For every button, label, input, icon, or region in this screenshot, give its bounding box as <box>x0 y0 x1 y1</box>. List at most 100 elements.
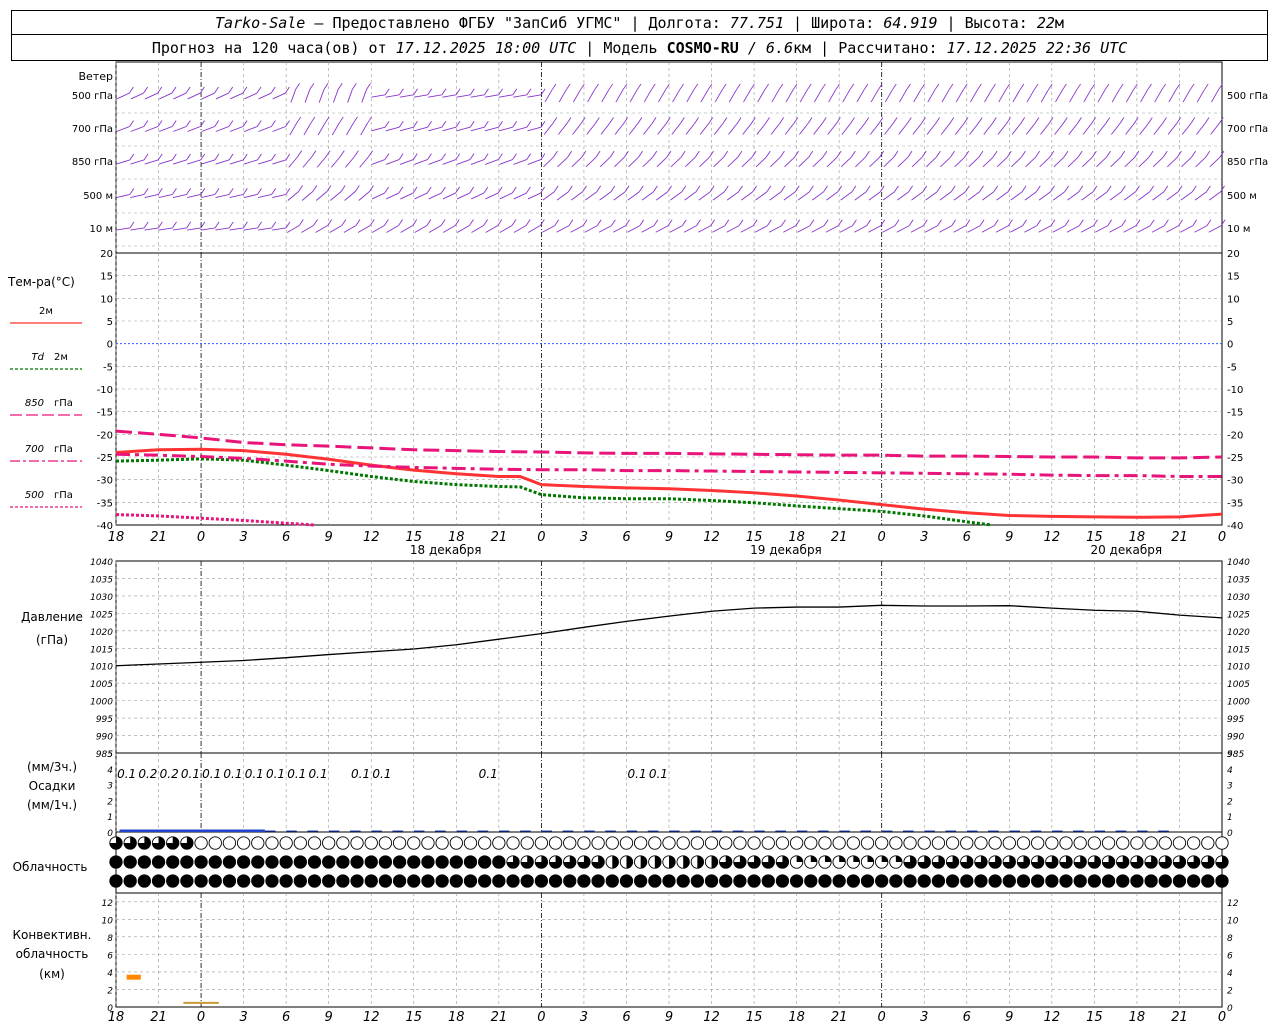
header-dash: – <box>305 13 333 32</box>
wind-barb <box>116 126 130 132</box>
wind-barb <box>953 225 967 233</box>
wind-barb-flag <box>369 219 375 226</box>
wind-barb <box>1195 156 1207 168</box>
wind-barb <box>187 159 201 165</box>
wind-barb <box>345 156 355 168</box>
wind-barb <box>332 89 339 103</box>
cloud-cover-circle <box>945 836 960 850</box>
wind-barb <box>1012 89 1021 103</box>
wind-barb <box>414 159 428 165</box>
cloud-cover-circle <box>435 855 449 869</box>
wind-barb-flag <box>1105 117 1111 124</box>
wind-barb <box>385 94 400 98</box>
temp-y-tick-label: -5 <box>103 362 113 373</box>
wind-barb <box>386 225 399 233</box>
cloud-cover-circle <box>1186 836 1201 850</box>
cloud-cover-circle <box>832 874 846 888</box>
cloud-cover-circle <box>421 836 435 850</box>
wind-barb-flag <box>427 153 432 160</box>
wind-barb <box>229 193 244 199</box>
wind-barb-flag <box>1178 219 1183 226</box>
wind-barb-flag <box>271 188 277 195</box>
wind-barb <box>229 227 244 231</box>
cloud-cover-circle <box>520 836 534 850</box>
wind-barb-flag <box>566 117 572 124</box>
wind-barb <box>513 159 527 165</box>
wind-barb-flag <box>313 219 318 226</box>
wind-barb <box>304 89 311 103</box>
cloud-cover-circle <box>931 874 946 888</box>
wind-barb-flag <box>1148 150 1154 158</box>
wind-barb <box>683 225 697 233</box>
cloud-cover-circle <box>860 874 875 888</box>
wind-barb <box>1138 191 1150 201</box>
temp-y-tick-label-right: -25 <box>1227 453 1243 464</box>
day-label: 18 декабря <box>410 543 482 557</box>
wind-barb <box>144 126 159 132</box>
wind-barb <box>741 191 753 201</box>
wind-barb <box>1208 225 1222 233</box>
wind-barb-flag <box>1092 185 1098 193</box>
wind-barb <box>925 156 937 168</box>
wind-barb-flag <box>143 120 149 127</box>
cloud-cover-circle <box>775 874 790 888</box>
wind-barb <box>371 192 385 200</box>
wind-barb <box>331 122 340 136</box>
wind-barb <box>215 126 230 132</box>
cloud-cover-fill <box>683 855 690 869</box>
wind-barb <box>925 191 938 201</box>
hour-tick-label: 0 <box>1218 1010 1226 1024</box>
wind-barb <box>543 156 554 168</box>
cloud-cover-circle <box>180 855 194 869</box>
pressure-y-tick-label-right: 1015 <box>1227 645 1250 655</box>
wind-barb <box>258 159 272 165</box>
wind-barb <box>258 92 272 100</box>
wind-barb <box>456 192 470 200</box>
wind-barb <box>587 89 595 103</box>
wind-barb <box>215 159 230 165</box>
conv-y-tick-label: 12 <box>102 899 114 909</box>
conv-y-tick-label: 6 <box>107 951 113 961</box>
td2m-line <box>115 457 992 527</box>
wind-barb <box>897 156 909 168</box>
temp-y-tick-label-right: 20 <box>1227 249 1240 260</box>
wind-barb <box>172 227 187 231</box>
wind-barb-flag <box>609 150 615 158</box>
cloud-cover-fill <box>697 855 704 869</box>
wind-barb-flag <box>667 219 673 226</box>
wind-barb-flag <box>723 150 729 158</box>
cloud-cover-fill <box>810 855 817 862</box>
wind-barb-flag <box>354 150 359 157</box>
wind-barb <box>1082 123 1092 135</box>
cloud-cover-circle <box>704 836 719 850</box>
longitude-value: 77.751 <box>729 13 784 32</box>
wind-barb <box>939 191 952 201</box>
wind-barb-flag <box>866 219 871 226</box>
pressure-y-tick-label-right: 990 <box>1227 733 1244 743</box>
wind-barb <box>272 193 286 199</box>
wind-barb <box>669 225 683 233</box>
pressure-y-tick-label: 1020 <box>90 628 113 638</box>
wind-barb <box>1055 89 1063 103</box>
cloud-cover-circle <box>690 836 705 850</box>
longitude-label: Долгота: <box>648 13 730 32</box>
cloud-cover-circle <box>1144 874 1158 888</box>
wind-barb-flag <box>285 221 291 229</box>
conv-y-tick-label-right: 6 <box>1227 951 1233 961</box>
header-row-location: Tarko-Sale – Предоставлено ФГБУ "ЗапСиб … <box>11 10 1268 35</box>
cloud-cover-circle <box>208 836 222 850</box>
wind-barb-flag <box>710 219 716 226</box>
wind-barb-flag <box>309 83 315 90</box>
wind-barb <box>784 156 795 168</box>
temp-y-tick-label: -20 <box>97 430 113 441</box>
temp-legend-unit: гПа <box>54 398 73 409</box>
hour-tick-label: 6 <box>622 530 630 545</box>
wind-barb-flag <box>469 153 475 160</box>
wind-barb <box>557 123 568 135</box>
wind-barb <box>347 89 353 103</box>
wind-barb <box>584 225 598 233</box>
cloud-cover-circle <box>903 836 917 850</box>
wind-barb <box>385 192 400 200</box>
cloud-cover-circle <box>648 874 662 888</box>
cloud-cover-circle <box>364 855 378 869</box>
